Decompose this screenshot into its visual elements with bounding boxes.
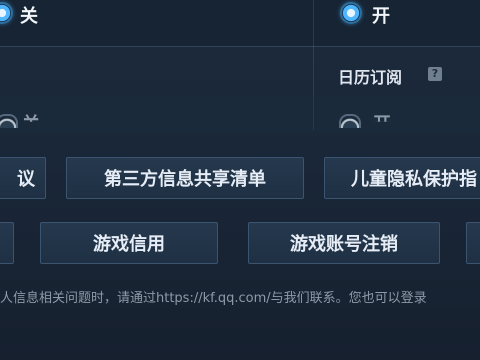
calendar-subscription-title: 日历订阅 [338,68,403,87]
partial-button-right[interactable] [466,222,480,264]
help-icon[interactable]: ? [428,67,442,81]
privacy-contact-text: 人信息相关问题时，请通过https://kf.qq.com/与我们联系。您也可以… [0,291,427,306]
settings-band [0,96,480,132]
option-off-label: 关 [20,6,38,27]
radio-on-selected[interactable] [340,2,362,24]
game-credit-button[interactable]: 游戏信用 [40,222,218,264]
radio-off[interactable] [0,114,18,128]
radio-on[interactable] [339,114,361,128]
partial-button-left[interactable] [0,222,14,264]
settings-panel-top [0,0,480,46]
agreement-button[interactable]: 议 [0,157,46,199]
third-party-sharing-list-button[interactable]: 第三方信息共享清单 [66,157,304,199]
children-privacy-button[interactable]: 儿童隐私保护指 [324,157,480,199]
option-on-label: 开 [372,6,390,27]
settings-divider [0,46,480,47]
account-deletion-button[interactable]: 游戏账号注销 [248,222,440,264]
